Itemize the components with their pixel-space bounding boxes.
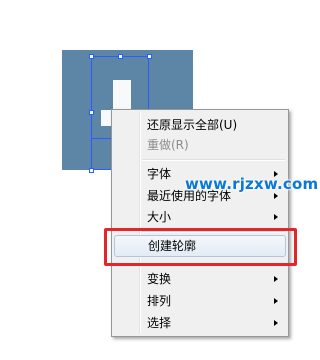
- selection-handle-top-center[interactable]: [118, 54, 123, 59]
- menu-item-label: 大小: [147, 210, 172, 224]
- menu-item-transform[interactable]: 变换: [114, 268, 286, 290]
- submenu-arrow-icon: [274, 320, 278, 326]
- menu-item-label: 变换: [147, 272, 172, 286]
- menu-item-arrange[interactable]: 排列: [114, 290, 286, 312]
- submenu-arrow-icon: [274, 298, 278, 304]
- menu-item-select[interactable]: 选择: [114, 312, 286, 334]
- selection-handle-bottom-left[interactable]: [89, 168, 94, 173]
- selection-guide-line: [91, 138, 111, 139]
- menu-separator: [142, 264, 285, 266]
- menu-item-label: 排列: [147, 294, 172, 308]
- menu-item-label: 重做(R): [147, 138, 189, 152]
- watermark: www.rjzxw.com: [185, 175, 319, 193]
- menu-item-restore-all[interactable]: 还原显示全部(U): [114, 114, 286, 136]
- selection-handle-top-left[interactable]: [89, 54, 94, 59]
- submenu-arrow-icon: [274, 193, 278, 199]
- menu-item-label: 还原显示全部(U): [147, 118, 238, 132]
- menu-item-redo: 重做(R): [114, 134, 286, 156]
- menu-item-label: 字体: [147, 167, 172, 181]
- menu-item-size[interactable]: 大小: [114, 206, 286, 228]
- selection-handle-top-right[interactable]: [147, 54, 152, 59]
- selection-handle-middle-left[interactable]: [89, 110, 94, 115]
- context-menu: 还原显示全部(U) 重做(R) 字体 最近使用的字体 大小 创建轮廓 变换 排列…: [111, 109, 289, 337]
- menu-item-label: 选择: [147, 316, 172, 330]
- menu-separator: [142, 231, 285, 233]
- submenu-arrow-icon: [274, 214, 278, 220]
- menu-item-label: 创建轮廓: [148, 239, 197, 253]
- menu-separator: [142, 159, 285, 161]
- submenu-arrow-icon: [274, 276, 278, 282]
- menu-item-create-outlines[interactable]: 创建轮廓: [114, 235, 286, 257]
